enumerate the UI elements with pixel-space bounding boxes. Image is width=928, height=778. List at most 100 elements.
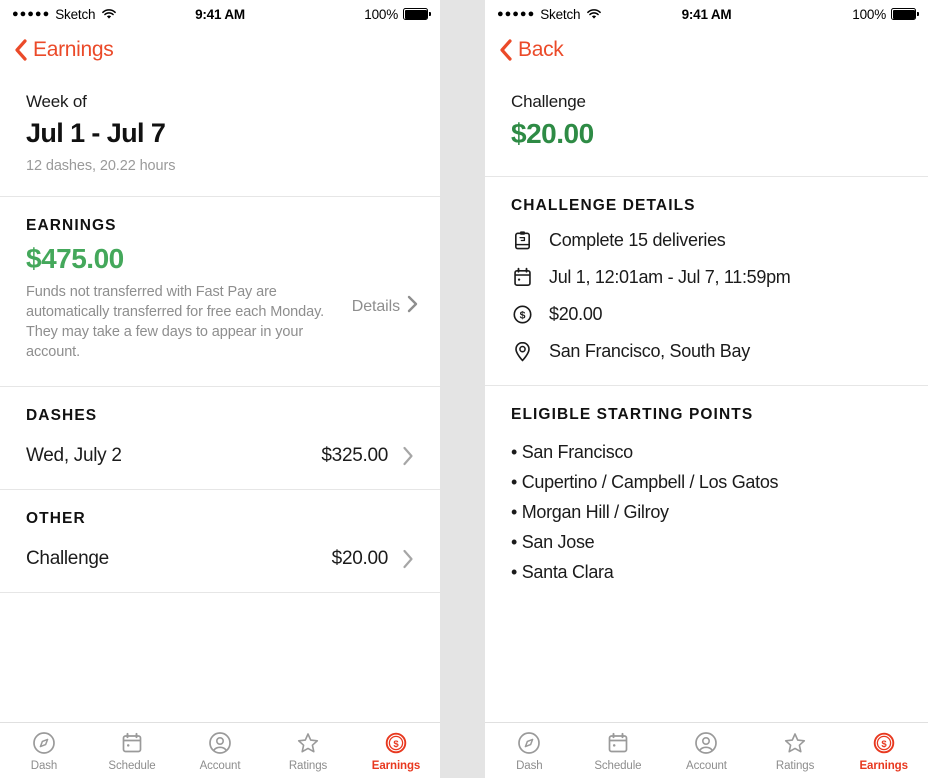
- battery-full-icon: [891, 8, 919, 20]
- earnings-details-link[interactable]: Details: [352, 295, 418, 318]
- earnings-heading: EARNINGS: [26, 217, 117, 234]
- list-item: • Santa Clara: [511, 561, 614, 582]
- earnings-section: EARNINGS $475.00 Funds not transferred w…: [0, 197, 440, 386]
- tab-label: Account: [199, 759, 241, 772]
- chevron-left-icon: [499, 39, 512, 61]
- screenshot-stage: ●●●●● Sketch 9:41 AM 100% Earnings Week …: [0, 0, 928, 778]
- list-item: • San Francisco: [511, 442, 633, 462]
- challenge-title: Challenge: [511, 92, 586, 111]
- other-row-amount: $20.00: [331, 548, 389, 569]
- week-range-title: Jul 1 - Jul 7: [26, 118, 166, 148]
- tab-account[interactable]: Account: [176, 723, 264, 778]
- detail-text: San Francisco, South Bay: [549, 341, 750, 361]
- tab-label: Schedule: [594, 759, 642, 772]
- right-phone-screen: ●●●●● Sketch 9:41 AM 100% Back Challenge…: [485, 0, 928, 778]
- tab-label: Dash: [516, 759, 543, 772]
- clipboard-icon: [511, 229, 534, 252]
- dashes-heading: DASHES: [26, 407, 98, 424]
- other-heading: OTHER: [26, 510, 86, 527]
- right-scroll-body: Challenge $20.00 CHALLENGE DETAILS Compl…: [485, 72, 928, 722]
- star-icon: [296, 730, 320, 756]
- list-item: Jul 1, 12:01am - Jul 7, 11:59pm: [511, 266, 902, 289]
- list-item: San Francisco, South Bay: [511, 340, 902, 363]
- tab-dash[interactable]: Dash: [0, 723, 88, 778]
- detail-text: Complete 15 deliveries: [549, 230, 726, 250]
- eligible-starting-points-section: ELIGIBLE STARTING POINTS • San Francisco…: [485, 386, 928, 611]
- map-pin-icon: [511, 340, 534, 363]
- status-bar: ●●●●● Sketch 9:41 AM 100%: [485, 0, 928, 28]
- signal-dots-icon: ●●●●●: [12, 7, 51, 20]
- chevron-right-icon: [407, 295, 418, 318]
- chevron-left-icon: [14, 39, 27, 61]
- tab-bar: Dash Schedule Account Ratings $ Earnings: [485, 722, 928, 778]
- back-button[interactable]: Back: [499, 38, 564, 62]
- detail-text: $20.00: [549, 304, 603, 324]
- dollar-circle-icon: $: [511, 303, 534, 326]
- wifi-icon: [587, 8, 602, 20]
- status-bar-right: 100%: [364, 6, 431, 22]
- list-item: Complete 15 deliveries: [511, 229, 902, 252]
- challenge-amount: $20.00: [511, 118, 594, 149]
- right-nav-bar: Back: [485, 28, 928, 72]
- week-summary-section: Week of Jul 1 - Jul 7 12 dashes, 20.22 h…: [0, 72, 440, 196]
- left-nav-bar: Earnings: [0, 28, 440, 72]
- dashes-section: DASHES Wed, July 2 $325.00: [0, 387, 440, 489]
- tab-earnings[interactable]: $ Earnings: [839, 723, 928, 778]
- tab-schedule[interactable]: Schedule: [88, 723, 176, 778]
- chevron-right-icon: [402, 446, 414, 466]
- carrier-label: Sketch: [55, 6, 96, 22]
- tab-ratings[interactable]: Ratings: [264, 723, 352, 778]
- person-circle-icon: [208, 730, 232, 756]
- status-bar: ●●●●● Sketch 9:41 AM 100%: [0, 0, 440, 28]
- status-bar-left: ●●●●● Sketch: [497, 6, 602, 22]
- detail-text: Jul 1, 12:01am - Jul 7, 11:59pm: [549, 267, 791, 287]
- challenge-details-section: CHALLENGE DETAILS Complete 15 deliveries…: [485, 177, 928, 385]
- tab-ratings[interactable]: Ratings: [751, 723, 840, 778]
- tab-account[interactable]: Account: [662, 723, 751, 778]
- starting-points-heading: ELIGIBLE STARTING POINTS: [511, 406, 754, 423]
- svg-text:$: $: [520, 309, 526, 321]
- challenge-details-list: Complete 15 deliveries Jul 1, 12:01am - …: [511, 229, 902, 363]
- battery-full-icon: [403, 8, 431, 20]
- challenge-details-heading: CHALLENGE DETAILS: [511, 197, 696, 214]
- table-row[interactable]: Wed, July 2 $325.00: [26, 425, 414, 489]
- signal-dots-icon: ●●●●●: [497, 7, 536, 20]
- table-row[interactable]: Challenge $20.00: [26, 528, 414, 592]
- person-circle-icon: [694, 730, 718, 756]
- starting-points-list: • San Francisco • Cupertino / Campbell /…: [511, 439, 902, 586]
- left-phone-screen: ●●●●● Sketch 9:41 AM 100% Earnings Week …: [0, 0, 440, 778]
- week-dash-summary: 12 dashes, 20.22 hours: [26, 158, 176, 174]
- empty-section: [0, 593, 440, 722]
- back-button-label: Earnings: [33, 38, 114, 61]
- dollar-circle-icon: $: [384, 730, 408, 756]
- tab-schedule[interactable]: Schedule: [574, 723, 663, 778]
- list-item: • Cupertino / Campbell / Los Gatos: [511, 471, 779, 492]
- status-bar-left: ●●●●● Sketch: [12, 6, 117, 22]
- earnings-amount: $475.00: [26, 243, 124, 274]
- other-section: OTHER Challenge $20.00: [0, 490, 440, 592]
- star-icon: [783, 730, 807, 756]
- dollar-circle-icon: $: [872, 730, 896, 756]
- carrier-label: Sketch: [540, 6, 581, 22]
- battery-percent-label: 100%: [364, 6, 398, 22]
- tab-bar: Dash Schedule Account Ratings $ Earnings: [0, 722, 440, 778]
- back-button-earnings[interactable]: Earnings: [14, 38, 114, 62]
- left-scroll-body: Week of Jul 1 - Jul 7 12 dashes, 20.22 h…: [0, 72, 440, 722]
- earnings-details-label: Details: [351, 297, 400, 315]
- tab-label: Account: [686, 759, 727, 772]
- calendar-icon: [120, 730, 144, 756]
- tab-label: Ratings: [288, 759, 328, 772]
- tab-dash[interactable]: Dash: [485, 723, 574, 778]
- tab-label: Schedule: [108, 759, 156, 772]
- week-of-label: Week of: [26, 92, 87, 111]
- svg-text:$: $: [393, 739, 399, 750]
- calendar-icon: [606, 730, 630, 756]
- tab-label: Dash: [30, 759, 58, 772]
- dash-row-amount: $325.00: [321, 445, 388, 466]
- tab-earnings[interactable]: $ Earnings: [352, 723, 440, 778]
- status-bar-right: 100%: [852, 7, 919, 22]
- other-row-label: Challenge: [26, 548, 109, 569]
- back-button-label: Back: [518, 38, 564, 61]
- calendar-icon: [511, 266, 534, 289]
- chevron-right-icon: [402, 549, 414, 569]
